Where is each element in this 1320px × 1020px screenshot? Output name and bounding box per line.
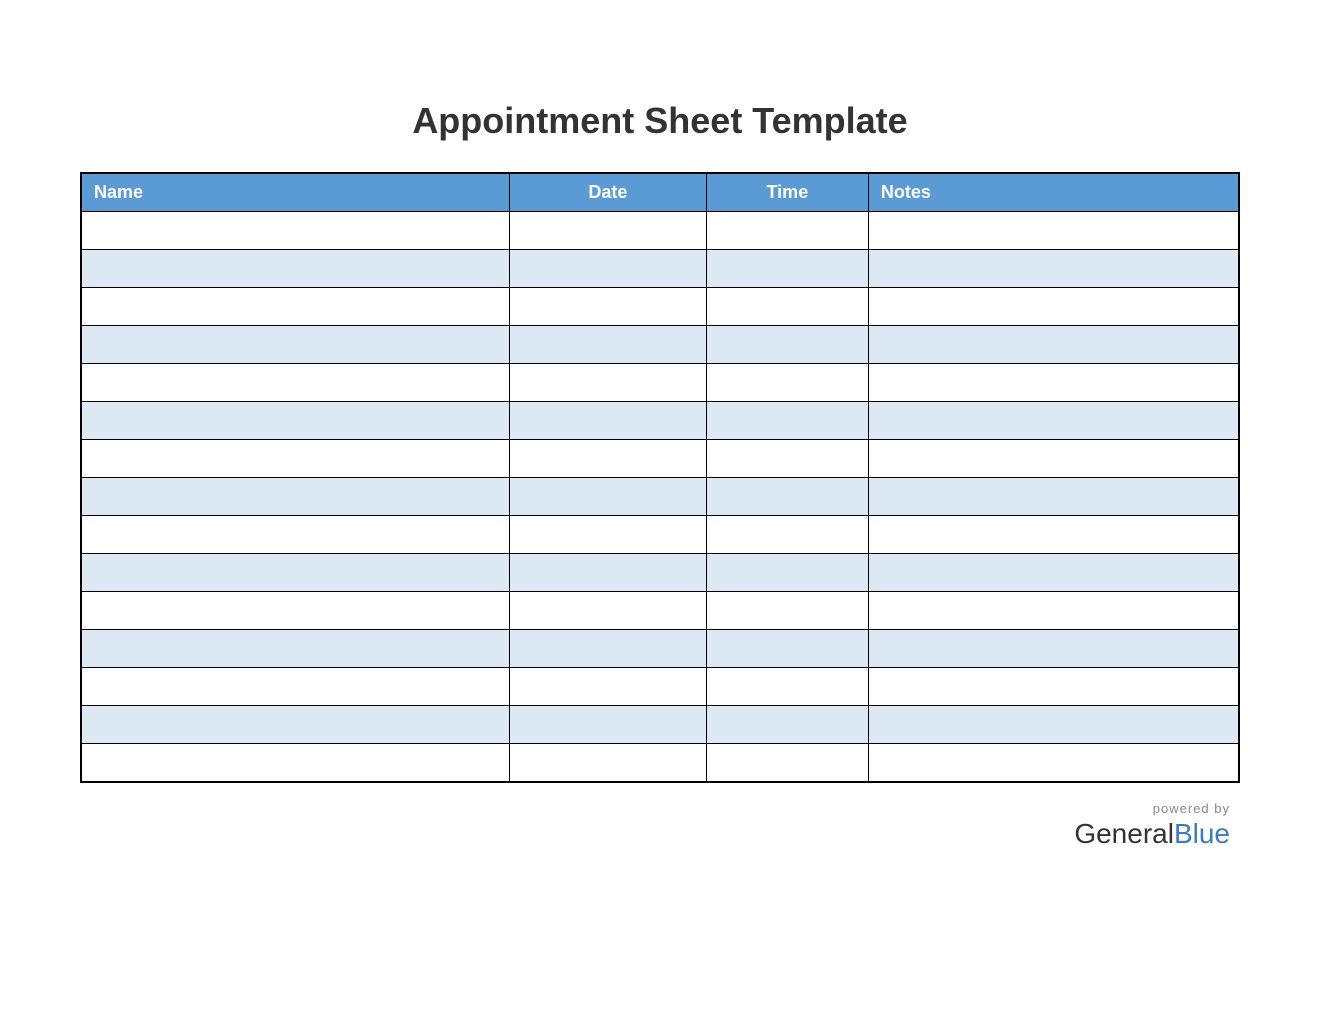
cell-date[interactable] [509, 478, 706, 516]
generalblue-logo: GeneralBlue [80, 818, 1230, 850]
cell-time[interactable] [706, 288, 868, 326]
table-row [81, 516, 1239, 554]
cell-name[interactable] [81, 630, 509, 668]
cell-time[interactable] [706, 326, 868, 364]
table-row [81, 326, 1239, 364]
cell-notes[interactable] [868, 706, 1239, 744]
cell-time[interactable] [706, 668, 868, 706]
cell-name[interactable] [81, 288, 509, 326]
cell-name[interactable] [81, 744, 509, 782]
cell-notes[interactable] [868, 554, 1239, 592]
cell-notes[interactable] [868, 592, 1239, 630]
cell-notes[interactable] [868, 212, 1239, 250]
cell-date[interactable] [509, 706, 706, 744]
table-row [81, 668, 1239, 706]
cell-date[interactable] [509, 592, 706, 630]
cell-name[interactable] [81, 440, 509, 478]
cell-time[interactable] [706, 478, 868, 516]
cell-date[interactable] [509, 744, 706, 782]
cell-date[interactable] [509, 516, 706, 554]
cell-date[interactable] [509, 364, 706, 402]
cell-name[interactable] [81, 402, 509, 440]
cell-time[interactable] [706, 744, 868, 782]
cell-name[interactable] [81, 326, 509, 364]
cell-date[interactable] [509, 630, 706, 668]
cell-notes[interactable] [868, 326, 1239, 364]
cell-notes[interactable] [868, 288, 1239, 326]
cell-time[interactable] [706, 516, 868, 554]
cell-notes[interactable] [868, 478, 1239, 516]
cell-name[interactable] [81, 516, 509, 554]
powered-by-text: powered by [80, 801, 1230, 816]
cell-date[interactable] [509, 326, 706, 364]
cell-name[interactable] [81, 250, 509, 288]
cell-notes[interactable] [868, 744, 1239, 782]
page-title: Appointment Sheet Template [80, 100, 1240, 142]
cell-time[interactable] [706, 706, 868, 744]
cell-name[interactable] [81, 478, 509, 516]
cell-notes[interactable] [868, 630, 1239, 668]
cell-name[interactable] [81, 592, 509, 630]
table-row [81, 440, 1239, 478]
cell-notes[interactable] [868, 402, 1239, 440]
table-row [81, 364, 1239, 402]
table-row [81, 592, 1239, 630]
appointment-table: Name Date Time Notes [80, 172, 1240, 783]
table-row [81, 478, 1239, 516]
cell-notes[interactable] [868, 440, 1239, 478]
cell-time[interactable] [706, 592, 868, 630]
table-row [81, 706, 1239, 744]
table-row [81, 250, 1239, 288]
cell-date[interactable] [509, 288, 706, 326]
cell-date[interactable] [509, 250, 706, 288]
cell-date[interactable] [509, 440, 706, 478]
cell-name[interactable] [81, 364, 509, 402]
table-row [81, 212, 1239, 250]
table-row [81, 288, 1239, 326]
cell-time[interactable] [706, 402, 868, 440]
table-row [81, 744, 1239, 782]
cell-time[interactable] [706, 630, 868, 668]
logo-text-general: General [1074, 818, 1174, 849]
cell-notes[interactable] [868, 668, 1239, 706]
cell-date[interactable] [509, 554, 706, 592]
column-header-time: Time [706, 173, 868, 212]
cell-notes[interactable] [868, 250, 1239, 288]
cell-name[interactable] [81, 212, 509, 250]
cell-notes[interactable] [868, 364, 1239, 402]
table-row [81, 554, 1239, 592]
table-body [81, 212, 1239, 782]
cell-notes[interactable] [868, 516, 1239, 554]
table-header-row: Name Date Time Notes [81, 173, 1239, 212]
cell-time[interactable] [706, 250, 868, 288]
column-header-notes: Notes [868, 173, 1239, 212]
cell-time[interactable] [706, 212, 868, 250]
cell-name[interactable] [81, 668, 509, 706]
logo-text-blue: Blue [1174, 818, 1230, 849]
cell-time[interactable] [706, 364, 868, 402]
table-row [81, 630, 1239, 668]
cell-name[interactable] [81, 706, 509, 744]
footer: powered by GeneralBlue [80, 801, 1240, 850]
table-row [81, 402, 1239, 440]
cell-time[interactable] [706, 440, 868, 478]
cell-name[interactable] [81, 554, 509, 592]
cell-date[interactable] [509, 668, 706, 706]
column-header-name: Name [81, 173, 509, 212]
cell-time[interactable] [706, 554, 868, 592]
cell-date[interactable] [509, 212, 706, 250]
cell-date[interactable] [509, 402, 706, 440]
column-header-date: Date [509, 173, 706, 212]
